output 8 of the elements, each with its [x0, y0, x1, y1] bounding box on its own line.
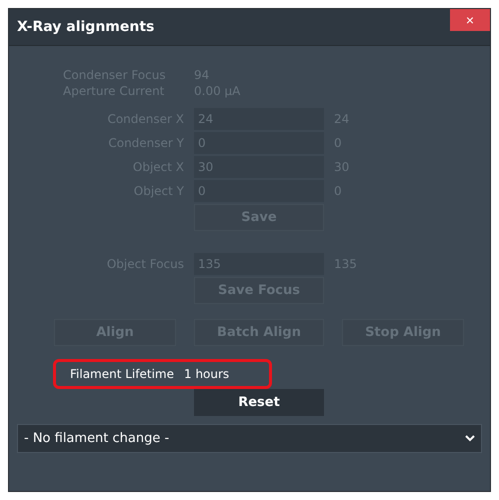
filament-value: 1 hours [184, 367, 230, 381]
chevron-down-icon [465, 435, 475, 442]
filament-label: Filament Lifetime [70, 367, 174, 381]
close-button[interactable]: × [450, 9, 490, 31]
window-title: X-Ray alignments [17, 19, 154, 35]
reset-button[interactable]: Reset [194, 389, 324, 416]
dropdown-value: - No filament change - [24, 431, 170, 446]
filament-dropdown[interactable]: - No filament change - [17, 424, 482, 453]
